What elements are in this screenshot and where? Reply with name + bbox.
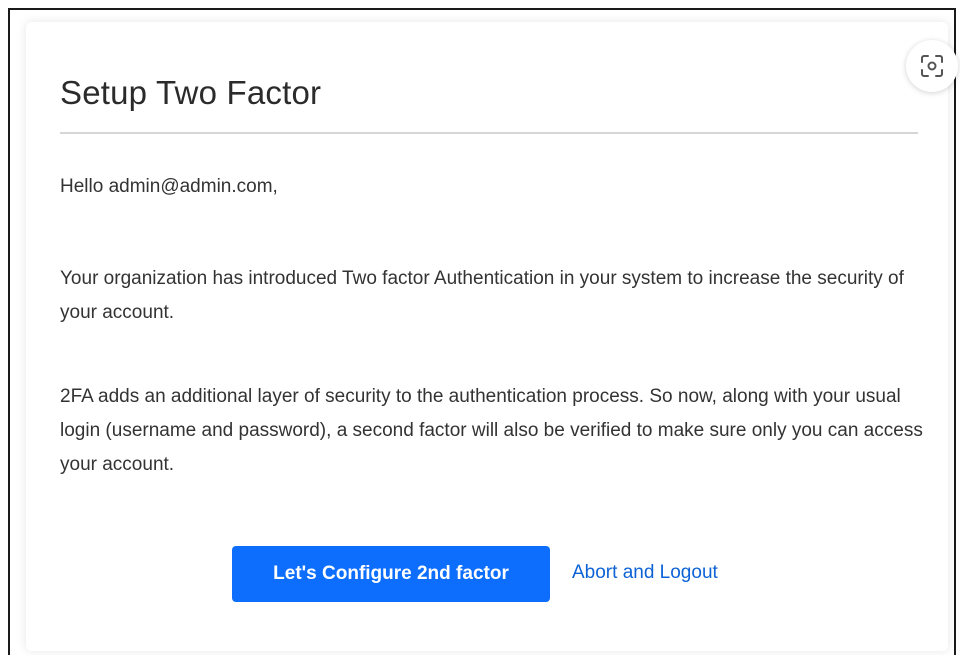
abort-and-logout-link[interactable]: Abort and Logout [572, 562, 718, 584]
setup-two-factor-card: Setup Two Factor Hello admin@admin.com, … [26, 22, 958, 651]
greeting-text: Hello admin@admin.com, [60, 176, 278, 197]
page-title: Setup Two Factor [60, 74, 322, 111]
intro-paragraph: Your organization has introduced Two fac… [60, 268, 904, 323]
scan-button[interactable] [906, 40, 958, 92]
screenshot-scan-icon [921, 55, 943, 77]
title-divider [60, 132, 918, 134]
configure-2nd-factor-button[interactable]: Let's Configure 2nd factor [232, 546, 550, 602]
explanation-paragraph: 2FA adds an additional layer of security… [60, 386, 923, 475]
